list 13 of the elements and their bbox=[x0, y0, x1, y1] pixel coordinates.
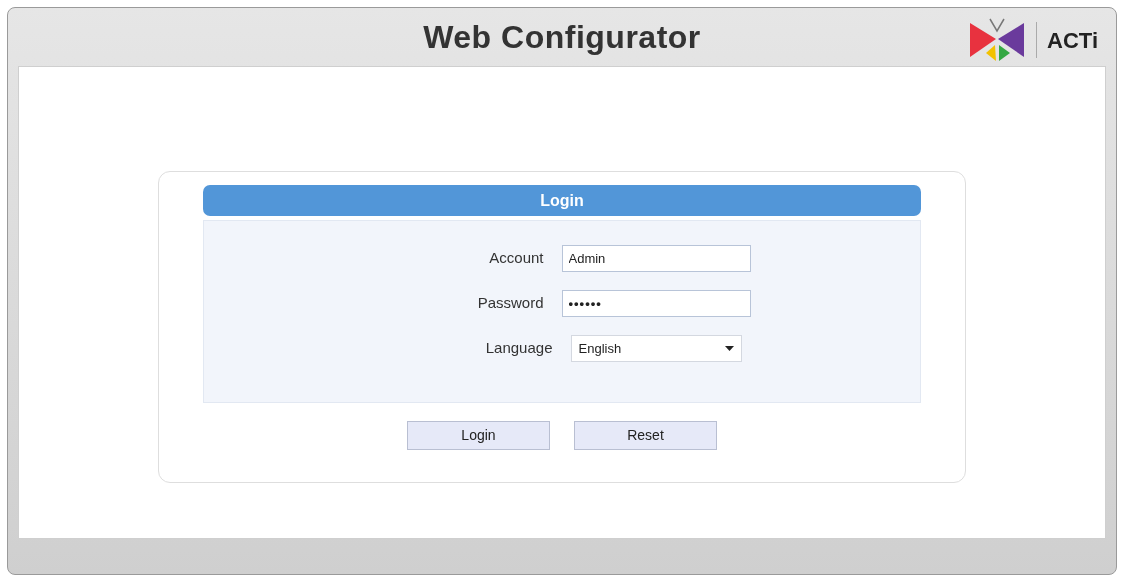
login-button[interactable]: Login bbox=[407, 421, 550, 450]
page-title: Web Configurator bbox=[423, 18, 701, 57]
field-label: Password bbox=[476, 293, 544, 314]
caret-icon bbox=[724, 346, 734, 351]
logo-icon bbox=[968, 17, 1027, 63]
brand-name: ACTi bbox=[1047, 26, 1099, 55]
account-field[interactable]: Admin bbox=[561, 245, 751, 272]
reset-button[interactable]: Reset bbox=[574, 421, 717, 450]
language-dropdown[interactable]: English bbox=[570, 335, 742, 362]
field-label: Language bbox=[484, 338, 553, 359]
login-title: Login bbox=[540, 190, 584, 211]
field-label: Account bbox=[488, 248, 544, 269]
password-field[interactable]: •••••• bbox=[561, 290, 751, 317]
